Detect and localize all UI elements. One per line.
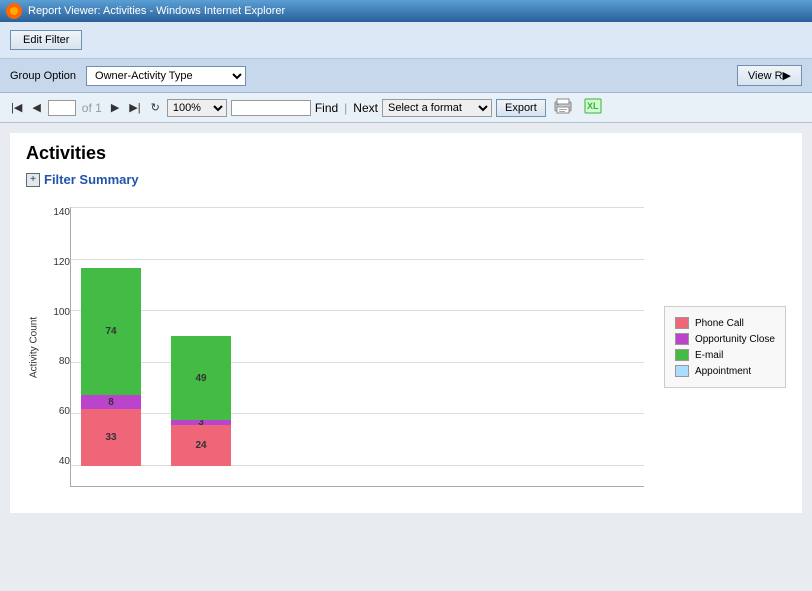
- page-total-label: of 1: [82, 101, 102, 115]
- y-axis-ticks: 40 60 80 100 120 140: [42, 207, 70, 487]
- button-bar: Edit Filter: [0, 22, 812, 59]
- svg-text:XL: XL: [587, 101, 599, 111]
- group-option-label: Group Option: [10, 70, 76, 82]
- group-option-bar: Group Option Owner-Activity Type View R▶: [0, 59, 812, 93]
- legend-label: Phone Call: [695, 318, 744, 329]
- edit-filter-button[interactable]: Edit Filter: [10, 30, 82, 50]
- bar-segment: 3: [171, 420, 231, 425]
- title-bar: Report Viewer: Activities - Windows Inte…: [0, 0, 812, 22]
- stacked-bar: 24349: [171, 336, 231, 466]
- find-input[interactable]: [231, 100, 311, 116]
- legend-label: Opportunity Close: [695, 334, 775, 345]
- filter-summary-section: + Filter Summary: [26, 172, 786, 187]
- y-tick: 100: [42, 307, 70, 318]
- legend-item: E-mail: [675, 349, 775, 361]
- format-select[interactable]: Select a format: [382, 99, 492, 117]
- bar-group: 24349: [171, 336, 231, 466]
- print-icon-button[interactable]: [550, 96, 576, 119]
- first-page-button[interactable]: |◀: [8, 100, 25, 115]
- group-option-select[interactable]: Owner-Activity Type: [86, 66, 246, 86]
- legend-item: Appointment: [675, 365, 775, 377]
- excel-icon-button[interactable]: XL: [580, 96, 606, 119]
- next-page-button[interactable]: ▶: [108, 100, 122, 115]
- legend-label: Appointment: [695, 366, 751, 377]
- y-tick: 120: [42, 257, 70, 268]
- y-tick: 80: [42, 356, 70, 367]
- main-window: Edit Filter Group Option Owner-Activity …: [0, 22, 812, 591]
- legend-color-swatch: [675, 333, 689, 345]
- bar-segment: 8: [81, 395, 141, 409]
- chart-with-yaxis: Activity Count 40 60 80 100 120 140: [26, 207, 644, 487]
- app-logo-icon: [6, 3, 22, 19]
- bar-group: 33874: [81, 268, 141, 466]
- y-tick: 40: [42, 456, 70, 467]
- stacked-bar: 33874: [81, 268, 141, 466]
- y-tick: 60: [42, 406, 70, 417]
- report-title: Activities: [26, 143, 786, 164]
- export-button[interactable]: Export: [496, 99, 546, 117]
- bar-segment: 24: [171, 425, 231, 466]
- bar-segment: 74: [81, 268, 141, 395]
- chart-container: Activity Count 40 60 80 100 120 140: [26, 197, 786, 497]
- legend-color-swatch: [675, 349, 689, 361]
- report-content: Activities + Filter Summary Activity Cou…: [10, 133, 802, 513]
- view-report-button[interactable]: View R▶: [737, 65, 802, 86]
- bar-segment: 33: [81, 409, 141, 466]
- legend-color-swatch: [675, 365, 689, 377]
- page-number-input[interactable]: 1: [48, 100, 76, 116]
- last-page-button[interactable]: ▶|: [126, 100, 143, 115]
- bars-area: 33874 24349: [81, 207, 634, 466]
- zoom-select[interactable]: 100%: [167, 99, 227, 117]
- y-axis-label: Activity Count: [26, 207, 42, 487]
- legend-item: Phone Call: [675, 317, 775, 329]
- y-tick: 140: [42, 207, 70, 218]
- title-bar-text: Report Viewer: Activities - Windows Inte…: [28, 5, 285, 17]
- find-label: Find: [315, 101, 338, 115]
- report-area: Activities + Filter Summary Activity Cou…: [0, 123, 812, 591]
- chart-legend: Phone Call Opportunity Close E-mail Appoint…: [664, 306, 786, 388]
- refresh-button[interactable]: ↻: [148, 100, 163, 115]
- report-toolbar: |◀ ◀ 1 of 1 ▶ ▶| ↻ 100% Find | Next Sele…: [0, 93, 812, 123]
- legend-color-swatch: [675, 317, 689, 329]
- prev-page-button[interactable]: ◀: [29, 100, 43, 115]
- filter-summary-label: Filter Summary: [44, 172, 139, 187]
- filter-toggle-button[interactable]: +: [26, 173, 40, 187]
- chart-plot: 33874 24349: [70, 207, 644, 487]
- bar-segment: 49: [171, 336, 231, 420]
- next-label: Next: [353, 101, 378, 115]
- legend-label: E-mail: [695, 350, 723, 361]
- legend-item: Opportunity Close: [675, 333, 775, 345]
